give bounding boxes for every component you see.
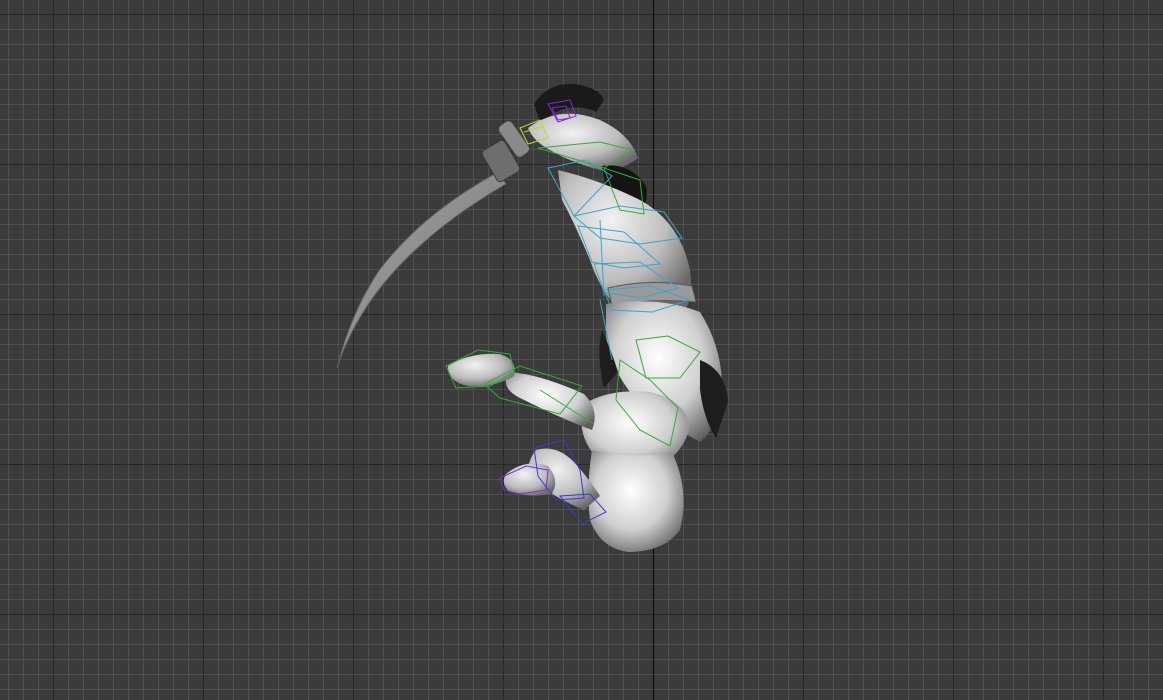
katana[interactable] [336,119,531,369]
katana-blade [336,171,507,369]
character-foot-left [448,353,515,387]
character-shin [505,372,595,430]
scene-view [336,83,728,552]
viewport-3d[interactable] [0,0,1163,700]
